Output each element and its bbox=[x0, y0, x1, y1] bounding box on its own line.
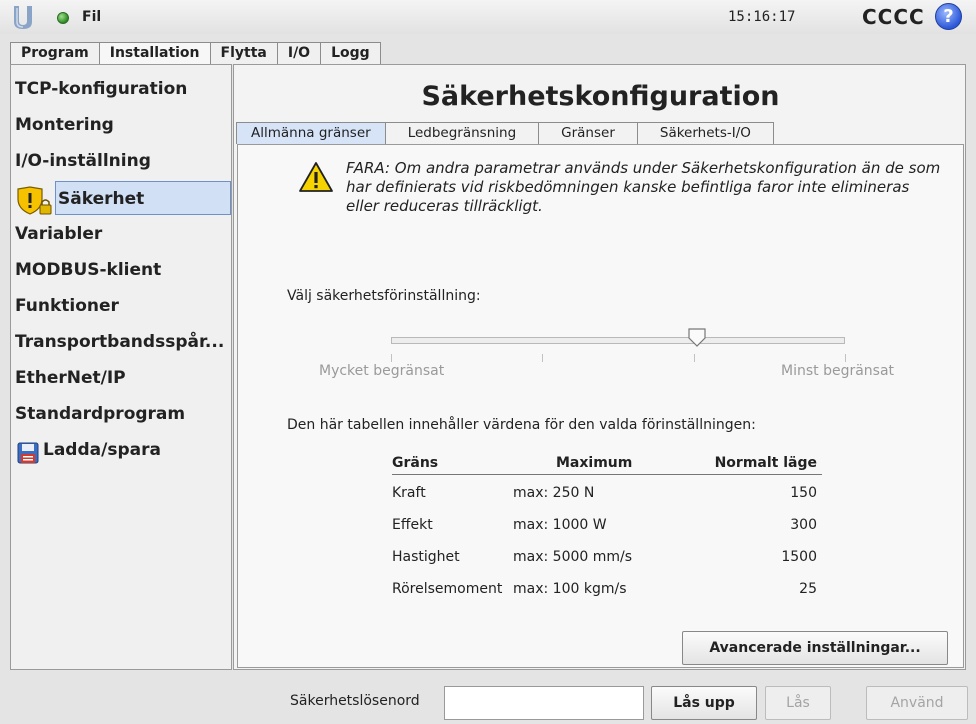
cell-limit: Kraft bbox=[392, 485, 426, 501]
subtab-ledbegransning[interactable]: Ledbegränsning bbox=[384, 122, 540, 144]
app-window: Fil 15:16:17 CCCC ? Program Installation… bbox=[0, 0, 976, 724]
slider-tick bbox=[542, 354, 543, 362]
cell-limit: Rörelsemoment bbox=[392, 581, 503, 597]
table-row: Hastighet max: 5000 mm/s 1500 bbox=[392, 539, 822, 571]
shield-lock-icon bbox=[15, 186, 53, 220]
header-grans: Gräns bbox=[392, 455, 439, 471]
page-title: Säkerhetskonfiguration bbox=[421, 81, 780, 112]
content-panel: Säkerhetskonfiguration Allmänna gränser … bbox=[233, 64, 966, 670]
table-row: Effekt max: 1000 W 300 bbox=[392, 507, 822, 539]
cell-maximum: max: 250 N bbox=[513, 485, 595, 501]
danger-warning-text: FARA: Om andra parametrar används under … bbox=[346, 159, 941, 215]
sidebar-item-ethernet-ip[interactable]: EtherNet/IP bbox=[15, 361, 126, 395]
password-label: Säkerhetslösenord bbox=[290, 693, 420, 709]
header-maximum: Maximum bbox=[556, 455, 633, 471]
cell-normal: 25 bbox=[799, 581, 817, 597]
cell-maximum: max: 5000 mm/s bbox=[513, 549, 633, 565]
sidebar-item-sakerhet[interactable]: Säkerhet bbox=[55, 181, 231, 215]
robot-status-icon bbox=[57, 12, 69, 24]
table-row: Kraft max: 250 N 150 bbox=[392, 475, 822, 507]
sidebar-item-variabler[interactable]: Variabler bbox=[15, 217, 102, 251]
preset-slider-thumb[interactable] bbox=[687, 328, 707, 348]
lock-button[interactable]: Lås bbox=[765, 686, 831, 720]
general-limits-panel: FARA: Om andra parametrar används under … bbox=[237, 144, 964, 668]
table-header: Gräns Maximum Normalt läge bbox=[392, 451, 822, 475]
tab-program[interactable]: Program bbox=[10, 42, 100, 64]
sidebar-item-modbus-klient[interactable]: MODBUS-klient bbox=[15, 253, 161, 287]
robot-name: CCCC bbox=[862, 5, 925, 29]
apply-button[interactable]: Använd bbox=[866, 686, 968, 720]
cell-normal: 300 bbox=[790, 517, 817, 533]
table-row: Rörelsemoment max: 100 kgm/s 25 bbox=[392, 571, 822, 603]
sidebar-item-transportbandsspar[interactable]: Transportbandsspår... bbox=[15, 325, 224, 359]
advanced-settings-button[interactable]: Avancerade inställningar... bbox=[682, 631, 948, 665]
cell-maximum: max: 100 kgm/s bbox=[513, 581, 627, 597]
sidebar-item-io-installning[interactable]: I/O-inställning bbox=[15, 144, 151, 178]
header-normalt-lage: Normalt läge bbox=[714, 455, 817, 471]
tab-logg[interactable]: Logg bbox=[320, 42, 381, 64]
sidebar-item-ladda-spara[interactable]: Ladda/spara bbox=[43, 433, 161, 467]
file-menu[interactable]: Fil bbox=[82, 9, 101, 25]
subtab-allmanna-granser[interactable]: Allmänna gränser bbox=[236, 122, 386, 144]
clock: 15:16:17 bbox=[728, 9, 796, 25]
cell-maximum: max: 1000 W bbox=[513, 517, 607, 533]
preset-label: Välj säkerhetsförinställning: bbox=[287, 288, 481, 304]
cell-limit: Effekt bbox=[392, 517, 433, 533]
slider-tick bbox=[845, 354, 846, 362]
unlock-button[interactable]: Lås upp bbox=[651, 686, 757, 720]
tab-io[interactable]: I/O bbox=[276, 42, 322, 64]
top-bar: Fil 15:16:17 CCCC ? bbox=[0, 0, 976, 34]
installation-sidebar: TCP-konfiguration Montering I/O-inställn… bbox=[10, 64, 232, 670]
limits-table: Gräns Maximum Normalt läge Kraft max: 25… bbox=[392, 451, 822, 603]
slider-tick bbox=[391, 354, 392, 362]
cell-normal: 150 bbox=[790, 485, 817, 501]
subtab-granser[interactable]: Gränser bbox=[538, 122, 638, 144]
table-caption: Den här tabellen innehåller värdena för … bbox=[287, 417, 756, 433]
sidebar-item-funktioner[interactable]: Funktioner bbox=[15, 289, 119, 323]
sidebar-item-montering[interactable]: Montering bbox=[15, 108, 114, 142]
subtab-sakerhets-io[interactable]: Säkerhets-I/O bbox=[636, 122, 774, 144]
tab-flytta[interactable]: Flytta bbox=[209, 42, 278, 64]
tab-installation[interactable]: Installation bbox=[98, 42, 211, 65]
warning-icon bbox=[299, 162, 333, 192]
slider-max-label: Minst begränsat bbox=[781, 363, 895, 379]
cell-normal: 1500 bbox=[781, 549, 817, 565]
ur-logo-icon bbox=[14, 6, 32, 29]
slider-min-label: Mycket begränsat bbox=[319, 363, 445, 379]
safety-subtabs: Allmänna gränser Ledbegränsning Gränser … bbox=[236, 122, 774, 144]
sidebar-item-tcp-konfiguration[interactable]: TCP-konfiguration bbox=[15, 72, 187, 106]
cell-limit: Hastighet bbox=[392, 549, 460, 565]
floppy-disk-icon bbox=[17, 442, 39, 468]
preset-slider-track[interactable] bbox=[391, 337, 845, 344]
slider-tick bbox=[694, 354, 695, 362]
main-tabs: Program Installation Flytta I/O Logg bbox=[10, 42, 381, 65]
help-icon[interactable]: ? bbox=[935, 3, 962, 30]
sidebar-item-standardprogram[interactable]: Standardprogram bbox=[15, 397, 185, 431]
safety-password-input[interactable] bbox=[444, 686, 644, 720]
